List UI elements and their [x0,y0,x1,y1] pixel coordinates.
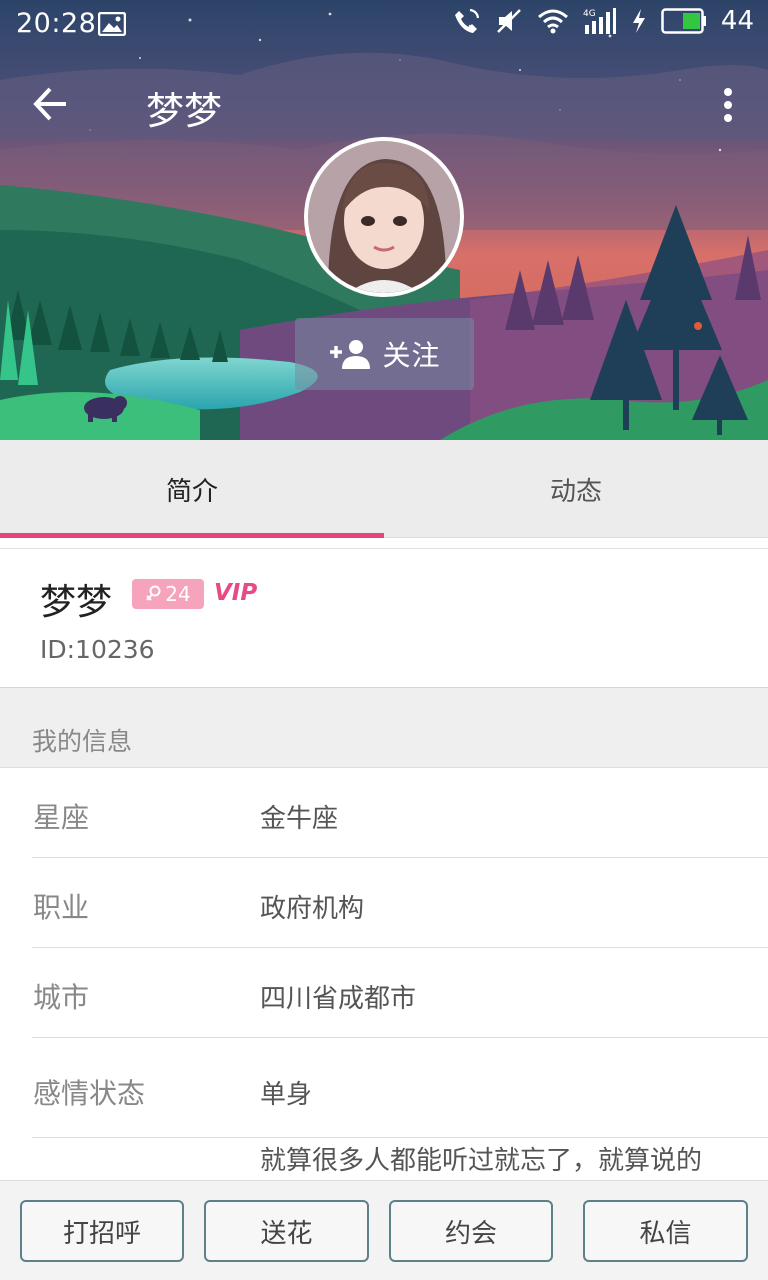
info-key: 职业 [33,891,90,924]
wifi-icon [537,8,569,34]
mute-icon [495,7,523,35]
female-icon [146,585,161,601]
info-value: 四川省成都市 [260,984,417,1014]
profile-cover: 20:28 4G 44 梦梦 关注 [0,0,768,440]
svg-text:4G: 4G [583,9,596,19]
info-row-relationship: 感情状态 单身 [0,1038,768,1138]
avatar-image [308,141,460,293]
age-badge: 24 [132,579,204,609]
gallery-icon [98,12,126,36]
send-flower-button[interactable]: 送花 [204,1200,369,1262]
more-button[interactable] [716,86,740,126]
private-message-button[interactable]: 私信 [583,1200,748,1262]
divider [32,1137,768,1138]
battery-level: 44 [720,6,754,36]
add-person-icon [330,340,371,369]
tab-active-indicator [0,533,384,538]
back-button[interactable] [30,84,82,128]
info-row-zodiac: 星座 金牛座 [0,768,768,858]
phone-signal-icon [453,7,481,35]
info-row-city: 城市 四川省成都市 [0,948,768,1038]
more-vertical-icon [724,88,732,122]
info-key: 感情状态 [33,1077,146,1110]
info-value: 政府机构 [260,894,365,924]
info-key: 城市 [33,981,90,1014]
info-section-header: 我的信息 [0,688,768,768]
action-bar: 打招呼 送花 约会 私信 [0,1180,768,1280]
info-value: 金牛座 [260,804,339,834]
tab-moments-label: 动态 [549,476,602,507]
info-section-title: 我的信息 [32,727,133,756]
age-value: 24 [165,582,191,606]
profile-tabs: 简介 动态 [0,440,768,538]
tab-intro[interactable]: 简介 [0,440,384,538]
tab-moments[interactable]: 动态 [384,440,768,538]
profile-name: 梦梦 [40,582,113,623]
date-button[interactable]: 约会 [389,1200,553,1262]
vip-badge: VIP [214,580,258,606]
follow-button[interactable]: 关注 [295,318,474,390]
info-row-occupation: 职业 政府机构 [0,858,768,948]
charging-icon [631,8,647,34]
avatar[interactable] [304,137,464,297]
info-list: 星座 金牛座 职业 政府机构 城市 四川省成都市 感情状态 单身 [0,768,768,1138]
bio-text: 就算很多人都能听过就忘了，就算说的 [260,1146,703,1176]
status-time: 20:28 [16,8,97,39]
follow-label: 关注 [382,339,441,372]
4g-signal-icon: 4G [583,7,617,35]
top-nav: 梦梦 [0,70,768,140]
greet-button[interactable]: 打招呼 [20,1200,184,1262]
battery-icon [661,8,707,34]
tab-intro-label: 简介 [165,476,218,507]
arrow-left-icon [33,87,66,121]
status-bar: 20:28 4G 44 [0,0,768,50]
info-value: 单身 [260,1080,313,1110]
user-id: ID:10236 [40,635,155,664]
profile-summary: 梦梦 24 VIP ID:10236 [0,548,768,688]
info-key: 星座 [33,801,90,834]
page-title: 梦梦 [146,89,223,133]
